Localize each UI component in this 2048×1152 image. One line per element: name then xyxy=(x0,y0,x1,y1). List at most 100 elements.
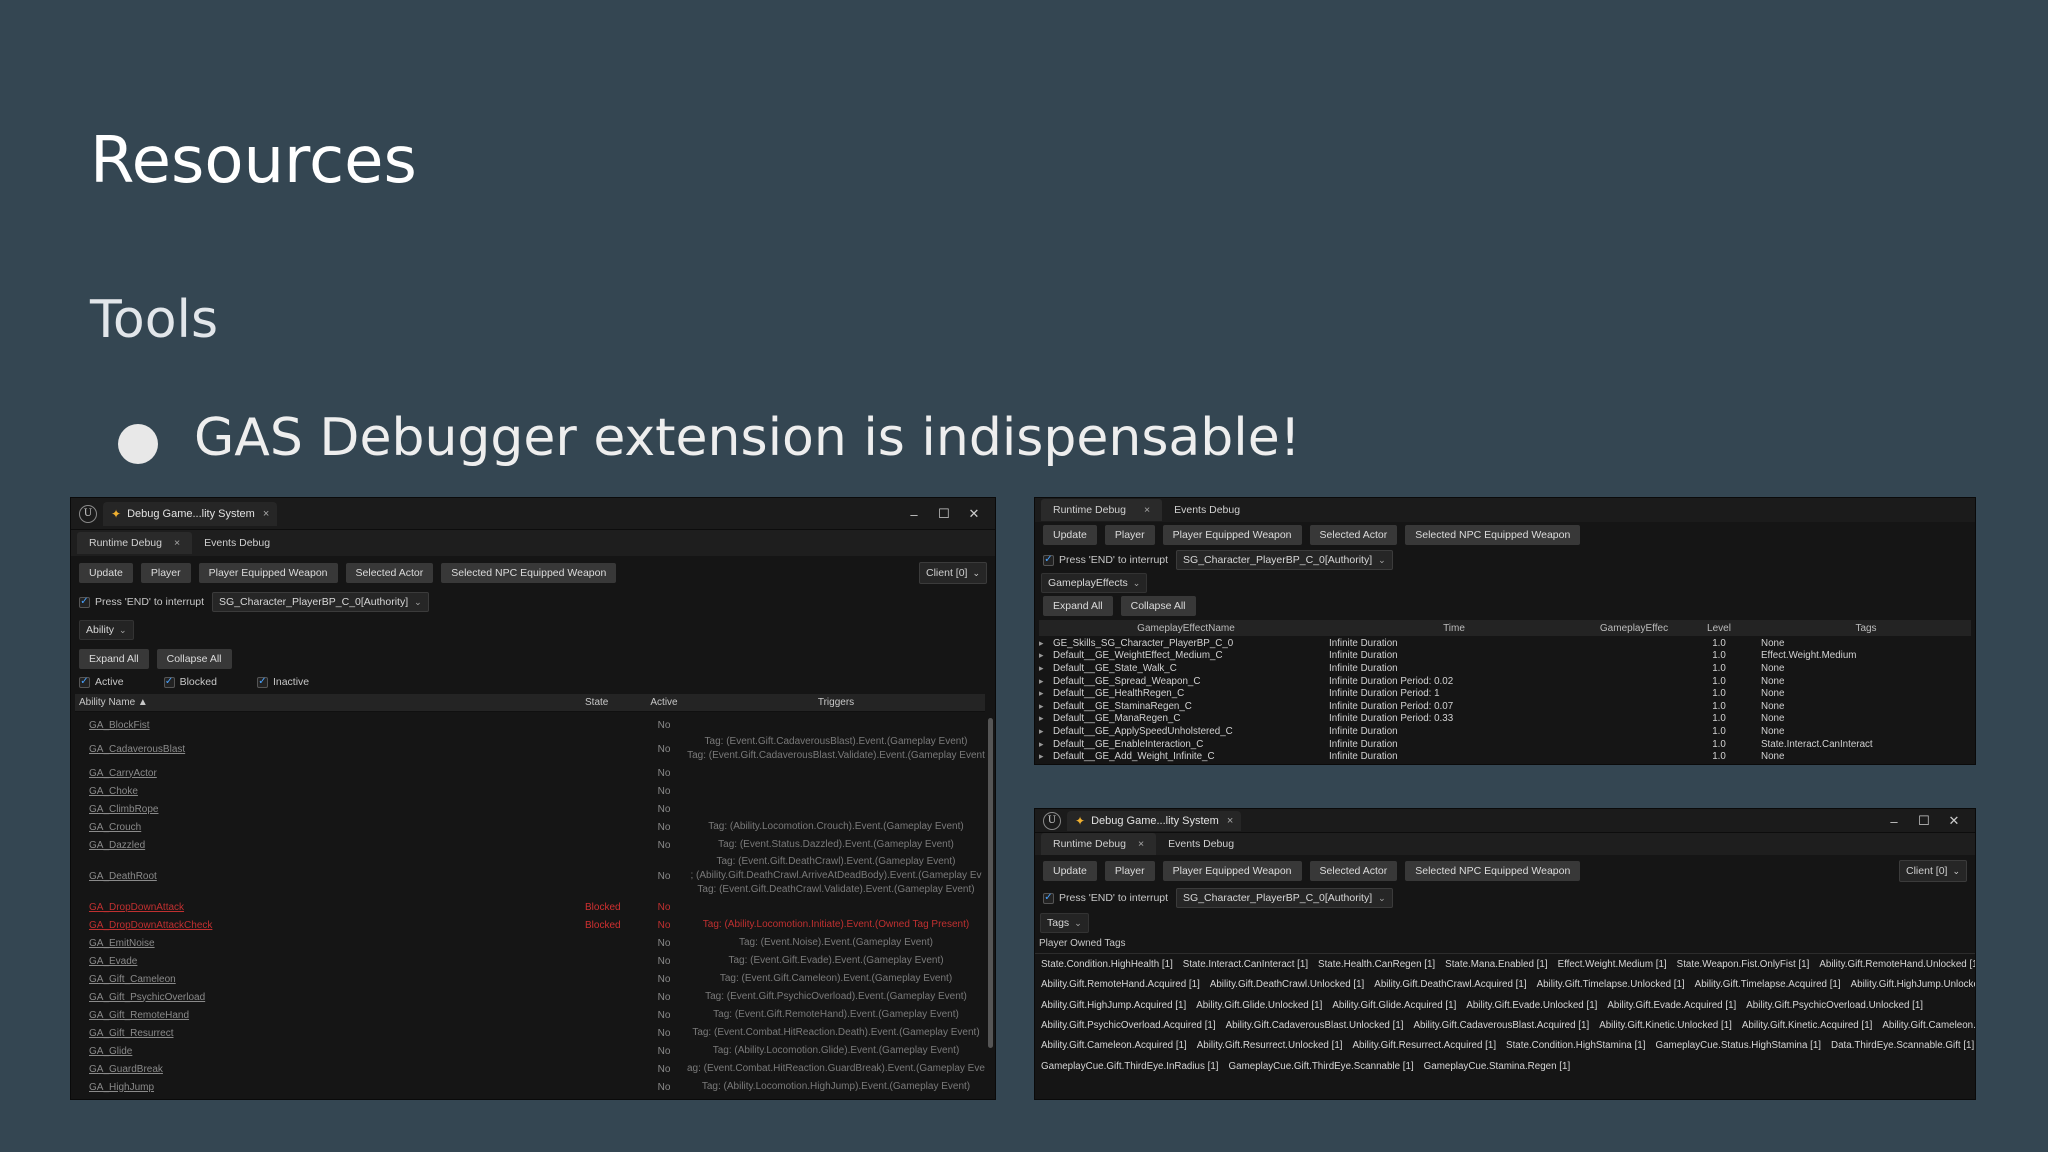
player-button[interactable]: Player xyxy=(1104,861,1155,881)
column-effect-name[interactable]: GameplayEffectName xyxy=(1039,623,1329,634)
expand-arrow-icon[interactable]: ▸ xyxy=(1039,638,1049,649)
maximize-icon[interactable]: ☐ xyxy=(1909,813,1939,829)
update-button[interactable]: Update xyxy=(1043,525,1097,545)
expand-arrow-icon[interactable]: ▸ xyxy=(1039,663,1049,674)
tab-runtime-debug[interactable]: Runtime Debug × xyxy=(77,532,193,554)
table-row[interactable]: GA_GuardBreak No ag: (Event.Combat.HitReac… xyxy=(75,1060,985,1078)
update-button[interactable]: Update xyxy=(79,563,133,583)
table-row[interactable]: ▸ Default__GE_HealthRegen_C Infinite Durat… xyxy=(1039,687,1971,700)
table-row[interactable]: ▸ Default__GE_ManaRegen_C Infinite Duratio… xyxy=(1039,713,1971,726)
close-tab-icon[interactable]: × xyxy=(1144,504,1150,516)
tab-runtime-debug[interactable]: Runtime Debug × xyxy=(1041,499,1163,521)
player-button[interactable]: Player xyxy=(1104,525,1155,545)
table-row[interactable]: GA_Glide No Tag: (Ability.Locomotion.Glide… xyxy=(75,1042,985,1060)
selected-actor-button[interactable]: Selected Actor xyxy=(1309,525,1398,545)
client-dropdown[interactable]: Client [0] ⌄ xyxy=(1899,860,1967,882)
table-row[interactable]: ▸ GE_Skills_SG_Character_PlayerBP_C_0 Infi… xyxy=(1039,637,1971,650)
npc-weapon-button[interactable]: Selected NPC Equipped Weapon xyxy=(1405,861,1581,881)
table-row[interactable]: GA_DropDownAttackCheck Blocked No Tag: (Abi… xyxy=(75,916,985,934)
table-row[interactable]: GA_ClimbRope No xyxy=(75,800,985,818)
column-tags[interactable]: Tags xyxy=(1749,623,1971,634)
actor-combo[interactable]: SG_Character_PlayerBP_C_0[Authority] ⌄ xyxy=(212,592,429,612)
table-row[interactable]: ▸ Default__GE_EnableInteraction_C Infinite… xyxy=(1039,738,1971,751)
interrupt-checkbox[interactable]: ✓ xyxy=(1043,554,1054,566)
column-time[interactable]: Time xyxy=(1329,623,1579,634)
minimize-icon[interactable]: – xyxy=(1879,814,1909,829)
active-filter-checkbox[interactable]: ✓ xyxy=(79,676,90,688)
blocked-filter-checkbox[interactable]: ✓ xyxy=(163,676,175,688)
column-state[interactable]: State xyxy=(585,697,641,708)
table-row[interactable]: GA_Evade No Tag: (Event.Gift.Evade).Event.… xyxy=(75,952,985,970)
table-row[interactable]: GA_CarryActor No xyxy=(75,764,985,782)
minimize-icon[interactable]: – xyxy=(899,507,929,522)
close-tab-icon[interactable]: × xyxy=(263,508,269,520)
table-row[interactable]: ▸ Default__GE_WeightEffect_Medium_C Infini… xyxy=(1039,650,1971,663)
expand-arrow-icon[interactable]: ▸ xyxy=(1039,688,1049,699)
table-scrollbar[interactable] xyxy=(988,718,993,1048)
collapse-all-button[interactable]: Collapse All xyxy=(1120,596,1196,616)
expand-all-button[interactable]: Expand All xyxy=(1043,596,1113,616)
expand-arrow-icon[interactable]: ▸ xyxy=(1039,739,1049,750)
tab-runtime-debug[interactable]: Runtime Debug × xyxy=(1041,833,1157,855)
expand-arrow-icon[interactable]: ▸ xyxy=(1039,701,1049,712)
table-row[interactable]: GA_Gift_Cameleon No Tag: (Event.Gift.Camel… xyxy=(75,970,985,988)
actor-combo[interactable]: SG_Character_PlayerBP_C_0[Authority] ⌄ xyxy=(1176,550,1393,570)
expand-arrow-icon[interactable]: ▸ xyxy=(1039,751,1049,762)
column-triggers[interactable]: Triggers xyxy=(687,697,985,708)
npc-weapon-button[interactable]: Selected NPC Equipped Weapon xyxy=(441,563,617,583)
table-row[interactable]: GA_Crouch No Tag: (Ability.Locomotion.Crou… xyxy=(75,818,985,836)
column-active[interactable]: Active xyxy=(641,697,687,708)
interrupt-checkbox[interactable]: ✓ xyxy=(79,596,90,608)
close-icon[interactable]: ✕ xyxy=(959,506,989,522)
table-row[interactable]: GA_Dazzled No Tag: (Event.Status.Dazzled).… xyxy=(75,836,985,854)
selected-actor-button[interactable]: Selected Actor xyxy=(345,563,434,583)
mode-dropdown[interactable]: Tags ⌄ xyxy=(1040,913,1089,933)
table-row[interactable]: GA_Gift_RemoteHand No Tag: (Event.Gift.Rem… xyxy=(75,1006,985,1024)
close-tab-icon[interactable]: × xyxy=(174,537,180,549)
table-row[interactable]: GA_Gift_PsychicOverload No Tag: (Event.Gif… xyxy=(75,988,985,1006)
player-weapon-button[interactable]: Player Equipped Weapon xyxy=(1162,861,1302,881)
table-row[interactable]: GA_Gift_Resurrect No Tag: (Event.Combat.Hi… xyxy=(75,1024,985,1042)
table-row[interactable]: GA_DeathRoot No Tag: (Event.Gift.DeathCraw… xyxy=(75,854,985,898)
selected-actor-button[interactable]: Selected Actor xyxy=(1309,861,1398,881)
expand-arrow-icon[interactable]: ▸ xyxy=(1039,726,1049,737)
table-row[interactable]: GA_Choke No xyxy=(75,782,985,800)
close-tab-icon[interactable]: × xyxy=(1138,838,1144,850)
close-tab-icon[interactable]: × xyxy=(1227,815,1233,827)
player-button[interactable]: Player xyxy=(140,563,191,583)
column-gameplay-effect[interactable]: GameplayEffec xyxy=(1579,623,1689,634)
tab-events-debug[interactable]: Events Debug xyxy=(1156,833,1246,855)
maximize-icon[interactable]: ☐ xyxy=(929,506,959,522)
table-row[interactable]: ▸ Default__GE_ApplySpeedUnholstered_C Infi… xyxy=(1039,725,1971,738)
actor-combo[interactable]: SG_Character_PlayerBP_C_0[Authority] ⌄ xyxy=(1176,888,1393,908)
table-row[interactable]: GA_HighJump No Tag: (Ability.Locomotion.Hi… xyxy=(75,1078,985,1096)
expand-arrow-icon[interactable]: ▸ xyxy=(1039,676,1049,687)
client-dropdown[interactable]: Client [0] ⌄ xyxy=(919,562,987,584)
collapse-all-button[interactable]: Collapse All xyxy=(156,649,232,669)
npc-weapon-button[interactable]: Selected NPC Equipped Weapon xyxy=(1405,525,1581,545)
table-row[interactable]: ▸ Default__GE_Add_Weight_Infinite_C Infini… xyxy=(1039,750,1971,763)
player-weapon-button[interactable]: Player Equipped Weapon xyxy=(1162,525,1302,545)
column-ability-name[interactable]: Ability Name ▲ xyxy=(75,697,585,708)
close-icon[interactable]: ✕ xyxy=(1939,813,1969,829)
column-level[interactable]: Level xyxy=(1689,623,1749,634)
table-row[interactable]: GA_BlockFist No xyxy=(75,716,985,734)
mode-dropdown[interactable]: Ability ⌄ xyxy=(79,620,134,640)
expand-arrow-icon[interactable]: ▸ xyxy=(1039,713,1049,724)
interrupt-checkbox[interactable]: ✓ xyxy=(1043,892,1054,904)
expand-all-button[interactable]: Expand All xyxy=(79,649,149,669)
table-row[interactable]: GA_EmitNoise No Tag: (Event.Noise).Event.(… xyxy=(75,934,985,952)
tab-events-debug[interactable]: Events Debug xyxy=(192,532,282,554)
document-tab[interactable]: ✦ Debug Game...lity System × xyxy=(1067,810,1242,831)
tab-events-debug[interactable]: Events Debug xyxy=(1162,499,1252,521)
player-weapon-button[interactable]: Player Equipped Weapon xyxy=(198,563,338,583)
expand-arrow-icon[interactable]: ▸ xyxy=(1039,650,1049,661)
table-row[interactable]: ▸ Default__GE_State_Walk_C Infinite Durati… xyxy=(1039,662,1971,675)
table-row[interactable]: ▸ Default__GE_StaminaRegen_C Infinite Dura… xyxy=(1039,700,1971,713)
document-tab[interactable]: ✦ Debug Game...lity System × xyxy=(103,501,278,526)
inactive-filter-checkbox[interactable]: ✓ xyxy=(256,676,268,688)
update-button[interactable]: Update xyxy=(1043,861,1097,881)
mode-dropdown[interactable]: GameplayEffects ⌄ xyxy=(1041,573,1148,593)
table-row[interactable]: GA_DropDownAttack Blocked No xyxy=(75,898,985,916)
table-row[interactable]: ▸ Default__GE_Spread_Weapon_C Infinite Dur… xyxy=(1039,675,1971,688)
